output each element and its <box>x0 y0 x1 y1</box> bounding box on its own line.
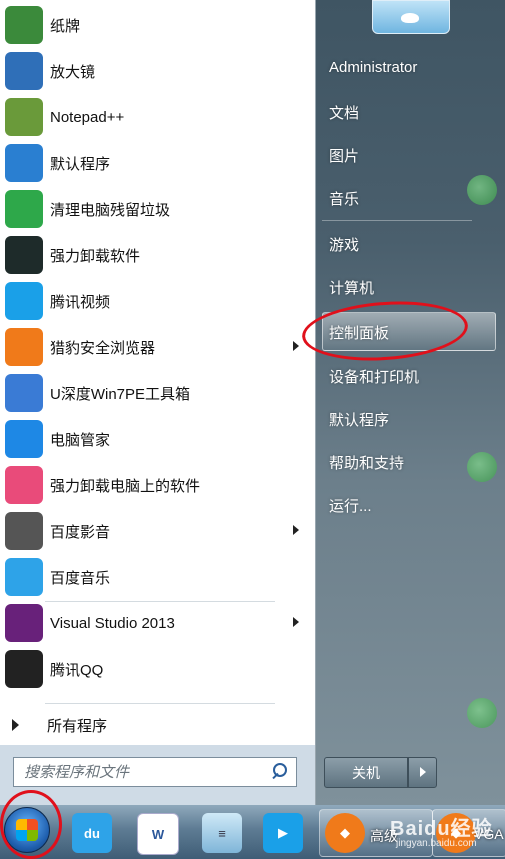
tencent-video-icon <box>5 282 43 320</box>
divider <box>322 220 472 221</box>
program-label: 百度音乐 <box>50 569 111 587</box>
user-folder-link[interactable]: Administrator <box>329 59 417 76</box>
watermark: Baidu经验 <box>390 818 493 840</box>
program-label: Visual Studio 2013 <box>50 614 175 632</box>
tencent-video-icon[interactable]: ▶ <box>263 813 303 853</box>
search-input[interactable] <box>22 762 268 782</box>
divider <box>45 703 275 704</box>
program-label: 清理电脑残留垃圾 <box>50 201 171 219</box>
word-icon[interactable]: W <box>137 813 179 855</box>
shutdown-options-button[interactable] <box>408 757 437 788</box>
submenu-arrow-icon[interactable] <box>293 617 299 627</box>
visual-studio-icon <box>5 604 43 642</box>
flower-uninstaller-icon <box>5 466 43 504</box>
default-programs-link[interactable]: 默认程序 <box>329 409 389 430</box>
notepad-icon[interactable]: ≡ <box>202 813 242 853</box>
qq-icon <box>5 650 43 688</box>
usb-tool-icon <box>5 374 43 412</box>
documents-link[interactable]: 文档 <box>329 102 359 123</box>
search-box[interactable] <box>13 757 297 787</box>
computer-link[interactable]: 计算机 <box>329 277 374 298</box>
magnifier-icon <box>5 52 43 90</box>
search-icon[interactable] <box>268 760 292 784</box>
program-label: 默认程序 <box>50 155 111 173</box>
help-support-link[interactable]: 帮助和支持 <box>329 452 404 473</box>
chevron-right-icon <box>12 719 19 731</box>
program-item[interactable]: 默认程序 <box>0 140 315 186</box>
program-label: 纸牌 <box>50 17 81 35</box>
program-label: 电脑管家 <box>50 431 111 449</box>
program-item[interactable]: Notepad++ <box>0 94 315 140</box>
watermark-url: jingyan.baidu.com <box>396 838 477 849</box>
shutdown-button[interactable]: 关机 <box>324 757 408 788</box>
cheetah-browser-icon <box>5 328 43 366</box>
desktop-dot-icon <box>467 175 497 205</box>
program-item[interactable]: 纸牌 <box>0 2 315 48</box>
submenu-arrow-icon[interactable] <box>293 341 299 351</box>
program-label: 强力卸载电脑上的软件 <box>50 477 201 495</box>
cheetah-browser-icon: ◆ <box>325 813 365 853</box>
devices-printers-link[interactable]: 设备和打印机 <box>329 366 419 387</box>
start-menu-program-list: 纸牌放大镜 Notepad++ 默认程序清理电脑残留垃圾 强力卸载软件 腾讯视频猎豹安全… <box>0 0 316 805</box>
program-item[interactable]: 强力卸载软件 <box>0 232 315 278</box>
uninstaller-icon <box>5 236 43 274</box>
pc-manager-icon <box>5 420 43 458</box>
program-label: 放大镜 <box>50 63 96 81</box>
annotation-circle <box>0 790 62 859</box>
run-link[interactable]: 运行... <box>329 495 372 516</box>
program-label: Notepad++ <box>50 108 125 126</box>
program-label: U深度Win7PE工具箱 <box>50 385 191 403</box>
default-programs-icon <box>5 144 43 182</box>
program-item[interactable]: 百度音乐 <box>0 554 315 600</box>
program-item[interactable]: 清理电脑残留垃圾 <box>0 186 315 232</box>
baidu-music-icon[interactable]: du <box>72 813 112 853</box>
program-label: 腾讯QQ <box>50 661 104 679</box>
baidu-player-icon <box>5 512 43 550</box>
program-item[interactable]: 百度影音 <box>0 508 315 554</box>
user-picture[interactable] <box>372 0 450 34</box>
program-item[interactable]: 电脑管家 <box>0 416 315 462</box>
pictures-link[interactable]: 图片 <box>329 145 359 166</box>
recycle-icon <box>5 190 43 228</box>
baidu-music-icon <box>5 558 43 596</box>
submenu-arrow-icon[interactable] <box>293 525 299 535</box>
music-link[interactable]: 音乐 <box>329 188 359 209</box>
program-label: 腾讯视频 <box>50 293 111 311</box>
program-label: 猎豹安全浏览器 <box>50 339 156 357</box>
program-item[interactable]: 腾讯视频 <box>0 278 315 324</box>
program-item[interactable]: 腾讯QQ <box>0 646 315 692</box>
all-programs-button[interactable]: 所有程序 <box>0 706 315 744</box>
games-link[interactable]: 游戏 <box>329 234 359 255</box>
solitaire-icon <box>5 6 43 44</box>
program-label: 强力卸载软件 <box>50 247 141 265</box>
desktop-dot-icon <box>467 698 497 728</box>
program-item[interactable]: 放大镜 <box>0 48 315 94</box>
program-item[interactable]: 强力卸载电脑上的软件 <box>0 462 315 508</box>
desktop-dot-icon <box>467 452 497 482</box>
program-label: 百度影音 <box>50 523 111 541</box>
program-item[interactable]: U深度Win7PE工具箱 <box>0 370 315 416</box>
divider <box>45 601 275 602</box>
program-item[interactable]: Visual Studio 2013 <box>0 600 315 646</box>
all-programs-label: 所有程序 <box>47 717 108 735</box>
notepadpp-icon <box>5 98 43 136</box>
program-item[interactable]: 猎豹安全浏览器 <box>0 324 315 370</box>
